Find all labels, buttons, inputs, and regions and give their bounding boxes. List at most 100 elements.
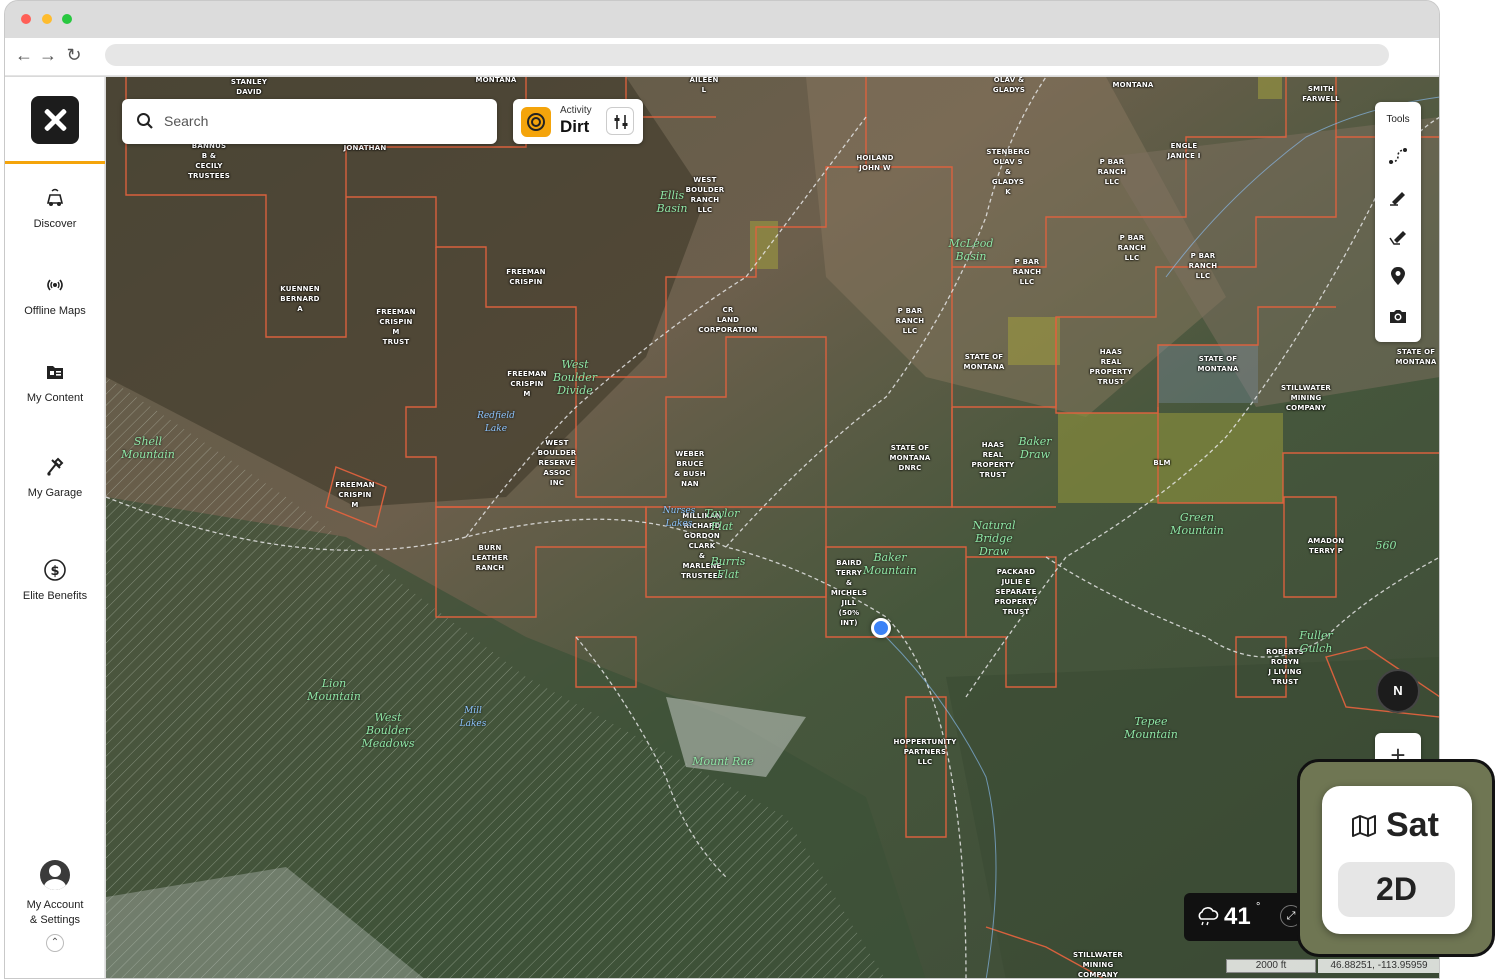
parcel-label[interactable]: P BAR RANCH LLC	[1013, 257, 1042, 287]
compass-north-label: N	[1393, 683, 1403, 698]
parcel-label[interactable]: HAAS REAL PROPERTY TRUST	[1090, 347, 1133, 387]
filter-sliders-icon[interactable]	[606, 107, 634, 135]
parcel-label[interactable]: CR LAND CORPORATION	[698, 305, 757, 335]
draw-shape-icon[interactable]	[1386, 224, 1410, 248]
reload-icon[interactable]: ↻	[63, 44, 85, 66]
sidebar-item-discover[interactable]: Discover	[5, 185, 105, 232]
geo-label: 560	[1375, 539, 1397, 552]
parcel-label[interactable]: STATE OF MONTANA	[1395, 347, 1436, 367]
sidebar-item-label: My Content	[26, 392, 84, 404]
parcel-label[interactable]: AMADON TERRY P	[1308, 536, 1345, 556]
maximize-window-button[interactable]	[62, 14, 72, 24]
avatar	[40, 860, 70, 890]
route-icon[interactable]	[1386, 144, 1410, 168]
parcel-label[interactable]: ROBERTS ROBYN J LIVING TRUST	[1266, 647, 1304, 687]
scale-bar: 2000 ft	[1226, 959, 1316, 973]
parcel-label[interactable]: KUENNEN BERNARD A	[280, 284, 320, 314]
geo-label: Fuller Gulch	[1299, 629, 1333, 655]
activity-selector[interactable]: Activity Dirt	[513, 99, 643, 144]
search-bar[interactable]: Search	[122, 99, 497, 144]
parcel-label[interactable]: STILLWATER MINING COMPANY	[1281, 383, 1331, 413]
draw-line-icon[interactable]	[1386, 184, 1410, 208]
parcel-label[interactable]: BURN LEATHER RANCH	[472, 543, 508, 573]
sidebar-item-my-content[interactable]: My Content	[5, 359, 105, 406]
minimize-window-button[interactable]	[42, 14, 52, 24]
map-type-card[interactable]: Sat 2D	[1322, 786, 1472, 934]
offline-maps-icon	[47, 279, 63, 291]
back-arrow-icon[interactable]: ←	[13, 44, 35, 66]
weather-widget[interactable]: 41 ° ⤢	[1184, 893, 1314, 941]
parcel-label[interactable]: P BAR RANCH LLC	[1118, 233, 1147, 263]
map-type-switcher[interactable]: Sat 2D	[1297, 759, 1495, 957]
parcel-label[interactable]: P BAR RANCH LLC	[1189, 251, 1218, 281]
view-mode-2d-button[interactable]: 2D	[1338, 862, 1455, 917]
waypoint-icon[interactable]	[1386, 264, 1410, 288]
parcel-label[interactable]: AILEEN L	[689, 77, 718, 95]
parcel-label[interactable]: WEST BOULDER RANCH LLC	[686, 175, 725, 215]
svg-text:$: $	[50, 564, 59, 579]
chevron-up-icon[interactable]: ⌃	[46, 934, 64, 952]
sidebar-item-offline-maps[interactable]: Offline Maps	[5, 272, 105, 319]
parcel-label[interactable]: STENBERG OLAV S & GLADYS K	[986, 147, 1029, 197]
address-bar[interactable]	[105, 44, 1389, 66]
parcel-label[interactable]: PACKARD JULIE E SEPARATE PROPERTY TRUST	[995, 567, 1038, 617]
parcel-label[interactable]: HAAS REAL PROPERTY TRUST	[972, 440, 1015, 480]
activity-label: Activity	[560, 105, 592, 116]
parcel-label[interactable]: STATE OF MONTANA	[1197, 354, 1238, 374]
temperature-unit: °	[1256, 901, 1261, 913]
parcel-label[interactable]: ENGLE JANICE I	[1167, 141, 1200, 161]
browser-window: ← → ↻ Discover Offline Maps My Content M…	[4, 0, 1440, 979]
parcel-label[interactable]: BANNUS B & CECILY TRUSTEES	[188, 141, 230, 181]
sidebar-item-elite-benefits[interactable]: $ Elite Benefits	[5, 557, 105, 604]
sidebar-item-my-garage[interactable]: My Garage	[5, 454, 105, 501]
coordinates-readout: 46.88251, -113.95959	[1318, 959, 1439, 973]
map-canvas[interactable]: STANLEY DAVID MONTANA AILEEN L OLAV & GLADY…	[106, 77, 1439, 978]
parcel-label[interactable]: MONTANA	[1112, 80, 1153, 90]
parcel-label[interactable]: P BAR RANCH LLC	[1098, 157, 1127, 187]
sidebar: Discover Offline Maps My Content My Gara…	[5, 77, 105, 978]
map-style-label[interactable]: Sat	[1386, 806, 1439, 845]
geo-label: West Boulder Meadows	[361, 711, 415, 750]
current-location-marker[interactable]	[871, 618, 891, 638]
geo-label: Ellis Basin	[656, 189, 688, 215]
camera-icon[interactable]	[1386, 304, 1410, 328]
parcel-label[interactable]: WEST BOULDER RESERVE ASSOC INC	[538, 438, 577, 488]
geo-label: Redfield Lake	[477, 411, 515, 434]
parcel-label[interactable]: STATE OF MONTANA DNRC	[889, 443, 930, 473]
geo-label: Baker Mountain	[863, 551, 917, 577]
parcel-label[interactable]: OLAV & GLADYS	[993, 77, 1025, 95]
onx-logo[interactable]	[31, 96, 79, 144]
compass-button[interactable]: N	[1376, 669, 1420, 713]
parcel-label[interactable]: HOILAND JOHN W	[856, 153, 893, 173]
parcel-label[interactable]: HOPPERTUNITY PARTNERS LLC	[893, 737, 956, 767]
geo-label: Shell Mountain	[121, 435, 175, 461]
my-content-icon	[47, 366, 63, 379]
parcel-label[interactable]: FREEMAN CRISPIN M	[335, 480, 374, 510]
parcel-label[interactable]: FREEMAN CRISPIN	[506, 267, 545, 287]
geo-label: Nurses Lakes	[662, 506, 696, 529]
close-window-button[interactable]	[21, 14, 31, 24]
temperature-value: 41	[1224, 903, 1251, 930]
parcel-label[interactable]: STANLEY DAVID	[231, 77, 267, 97]
tools-title: Tools	[1386, 114, 1410, 125]
sidebar-item-label: Elite Benefits	[22, 590, 88, 602]
parcel-label[interactable]: MONTANA	[475, 77, 516, 85]
search-icon	[137, 113, 153, 129]
geo-label: Burris Flat	[710, 555, 746, 581]
account-settings-button[interactable]: My Account & Settings ⌃	[5, 860, 105, 952]
parcel-label[interactable]: P BAR RANCH LLC	[896, 306, 925, 336]
search-input[interactable]: Search	[164, 113, 208, 129]
parcel-label[interactable]: BAIRD TERRY & MICHELS JILL (50% INT)	[831, 558, 867, 628]
satellite-imagery	[106, 77, 1439, 978]
parcel-label[interactable]: FREEMAN CRISPIN M TRUST	[376, 307, 415, 347]
parcel-label[interactable]: STILLWATER MINING COMPANY	[1073, 950, 1123, 978]
parcel-label[interactable]: STATE OF MONTANA	[963, 352, 1004, 372]
parcel-label[interactable]: WEBER BRUCE & BUSH NAN	[674, 449, 706, 489]
parcel-label[interactable]: SMITH FARWELL	[1302, 84, 1340, 104]
sidebar-item-label: Discover	[33, 218, 77, 230]
parcel-label[interactable]: BLM	[1153, 458, 1170, 468]
parcel-label[interactable]: FREEMAN CRISPIN M	[507, 369, 546, 399]
elite-benefits-icon: $	[44, 559, 66, 581]
parcel-label[interactable]: JONATHAN	[344, 143, 387, 153]
forward-arrow-icon[interactable]: →	[37, 44, 59, 66]
